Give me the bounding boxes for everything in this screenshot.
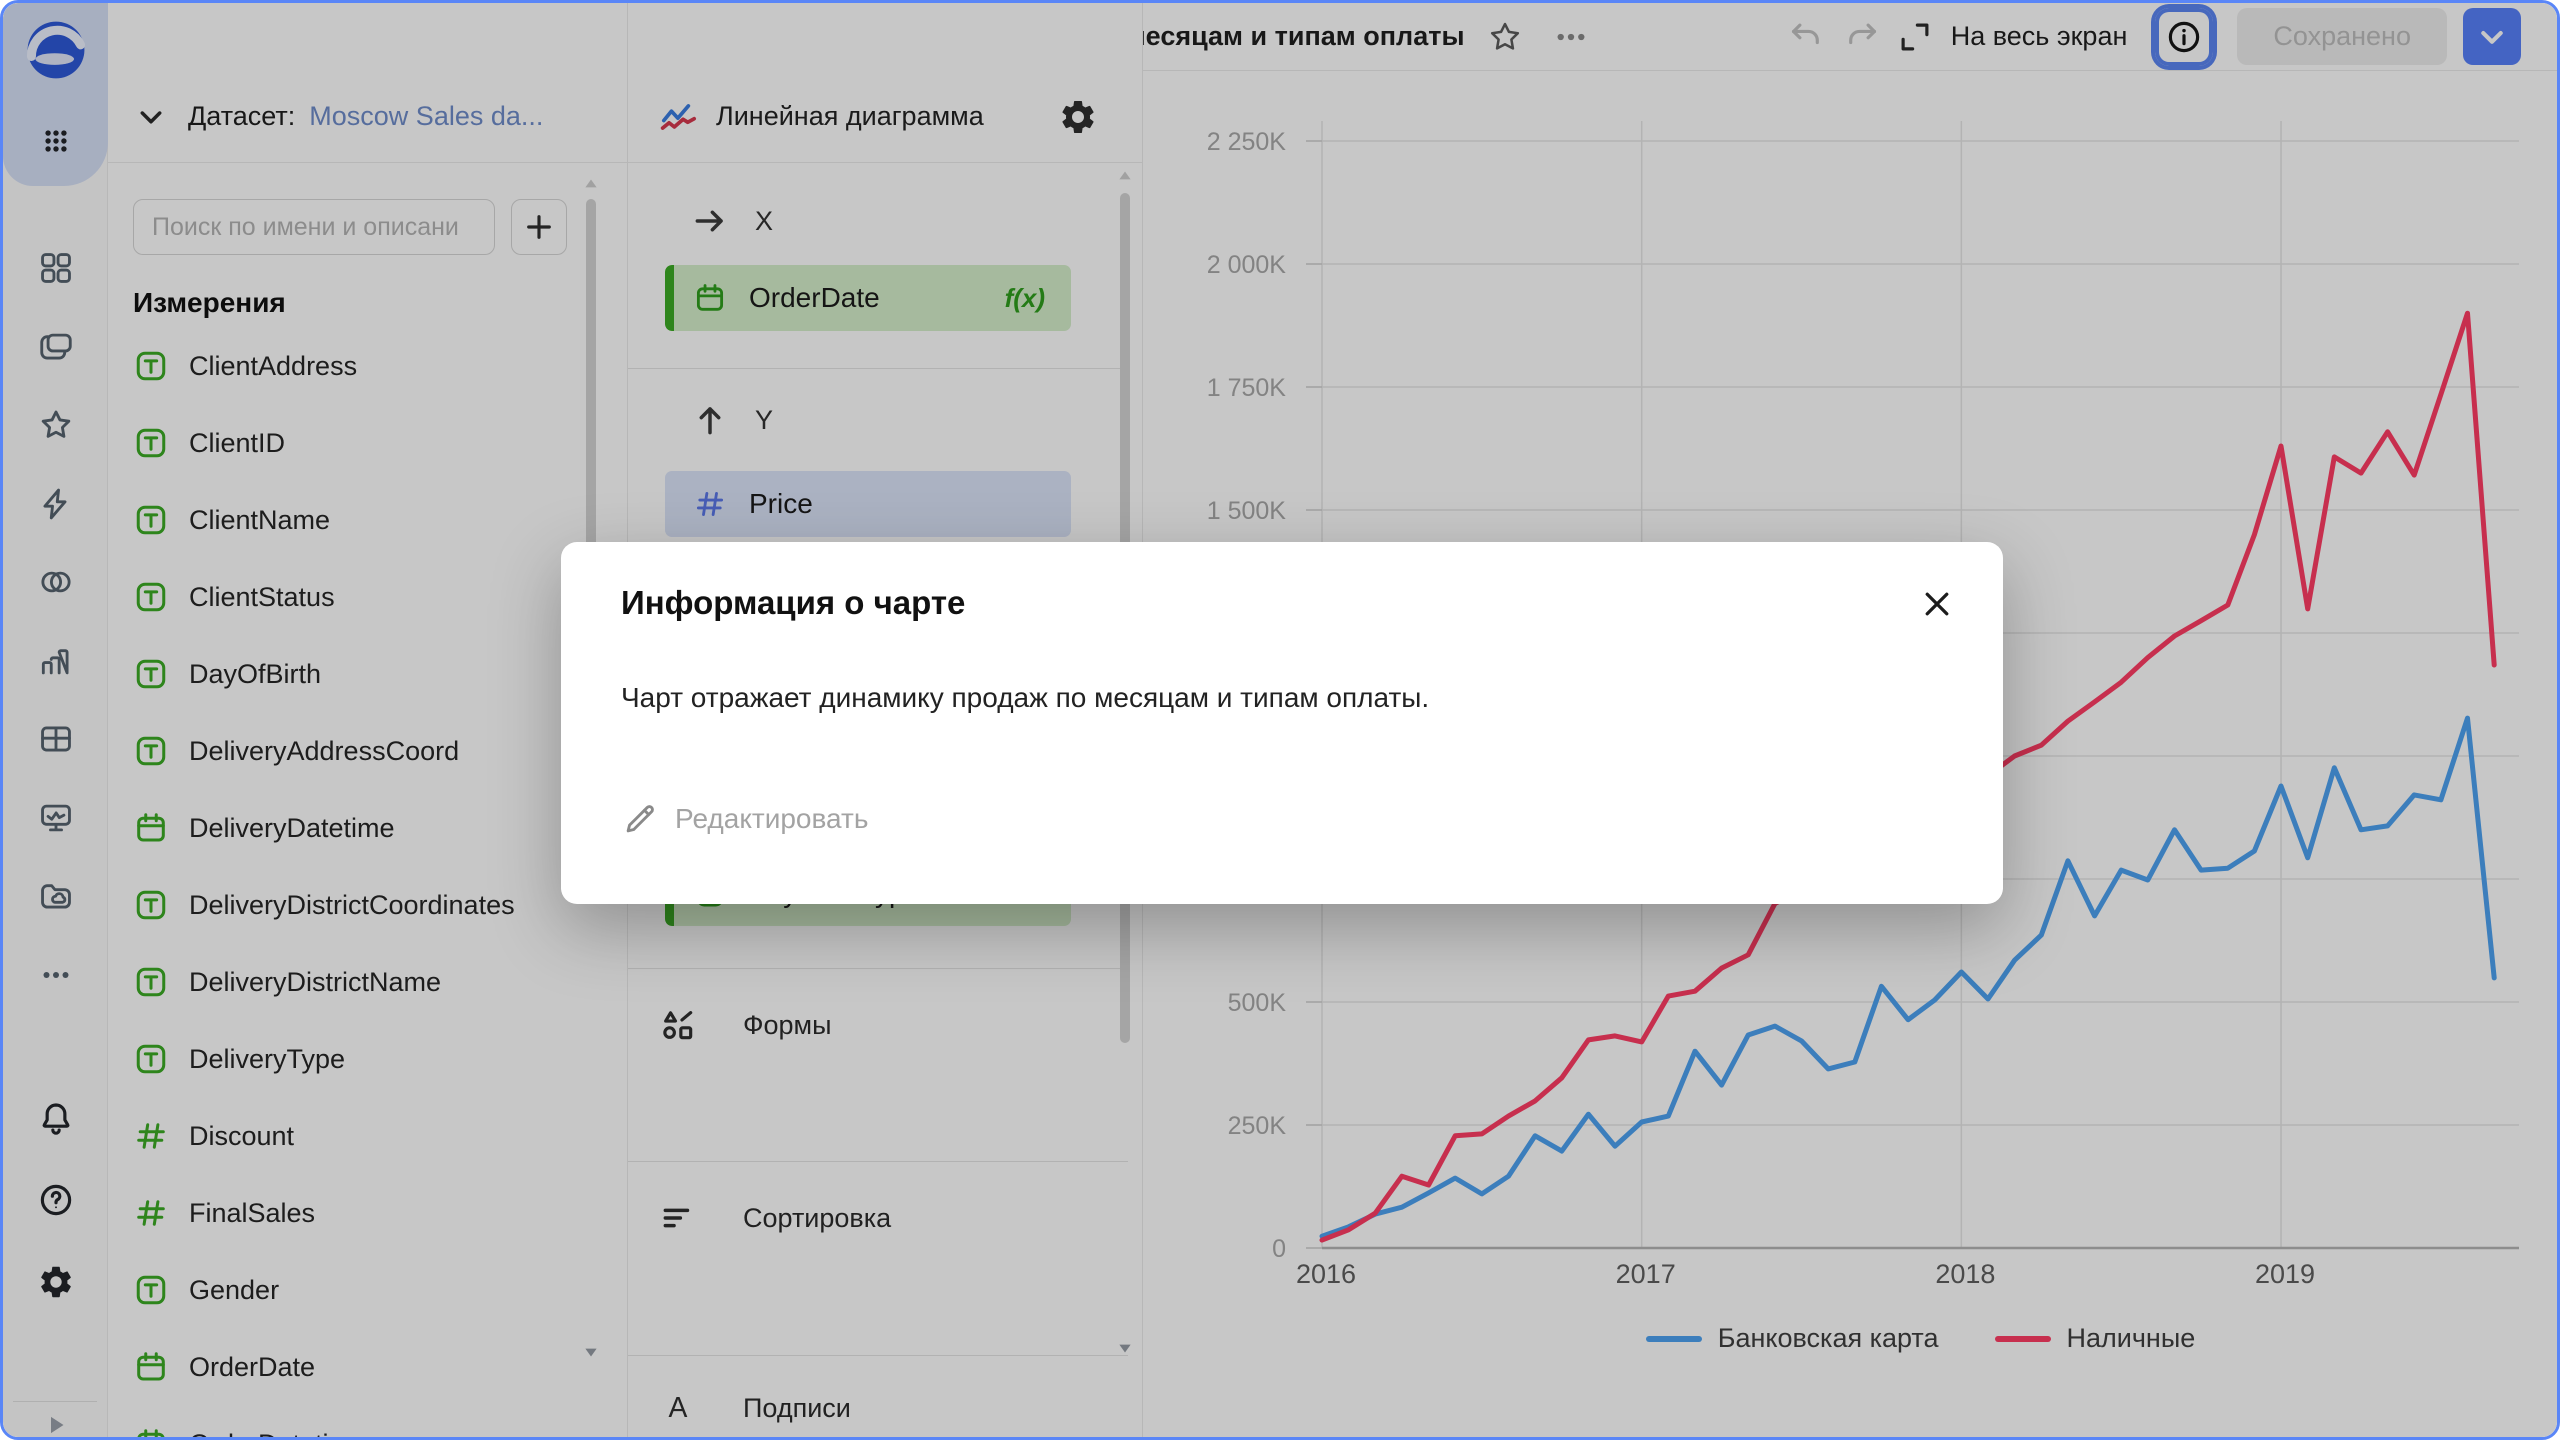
modal-description: Чарт отражает динамику продаж по месяцам… — [621, 682, 1429, 714]
edit-label: Редактировать — [675, 803, 868, 835]
close-icon[interactable] — [1913, 580, 1961, 628]
edit-description-button[interactable]: Редактировать — [621, 800, 868, 838]
chart-info-modal: Информация о чарте Чарт отражает динамик… — [561, 542, 2003, 904]
pencil-icon — [621, 800, 659, 838]
datalens-chart-editor: Коллекции и воркбуки/Практические руково… — [0, 0, 2560, 1440]
modal-title: Информация о чарте — [621, 584, 965, 622]
